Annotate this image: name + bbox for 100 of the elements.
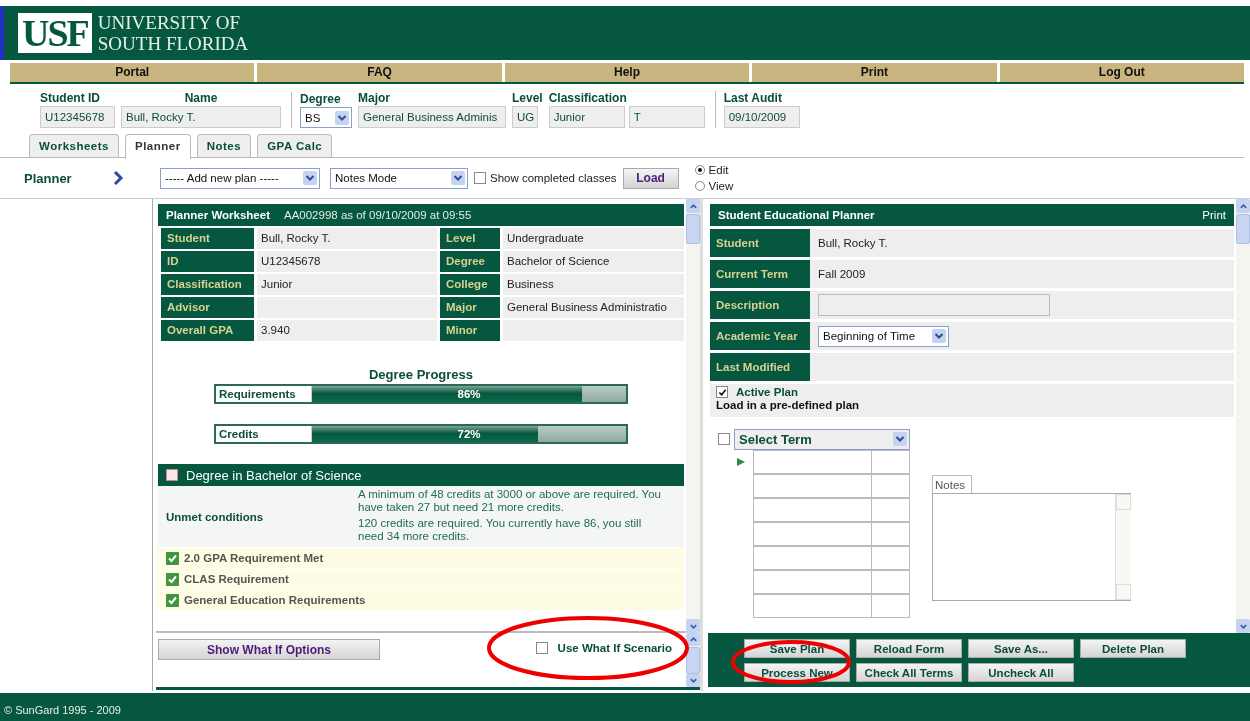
field-label: Current Term bbox=[710, 260, 810, 288]
radio-button[interactable] bbox=[694, 181, 705, 191]
checkbox-label: Active Plan bbox=[736, 386, 798, 398]
input-field[interactable] bbox=[753, 593, 872, 618]
unmet-label: Unmet conditions bbox=[165, 510, 265, 523]
input-field[interactable]: UG bbox=[512, 106, 538, 128]
select-field[interactable]: ----- Add new plan ----- bbox=[160, 167, 320, 189]
tab[interactable]: GPA Calc bbox=[257, 134, 333, 157]
input-field[interactable]: Bull, Rocky T. bbox=[121, 106, 281, 128]
field-label: Last Modified bbox=[710, 353, 810, 381]
field-label: Overall GPA bbox=[161, 320, 254, 341]
field-label: ID bbox=[161, 251, 254, 272]
scrollbar[interactable] bbox=[686, 633, 700, 687]
field-label: Classification bbox=[548, 91, 628, 105]
action-button[interactable]: Uncheck All bbox=[968, 663, 1074, 682]
field-value: 3.940 bbox=[257, 320, 437, 341]
checkbox[interactable] bbox=[535, 642, 548, 654]
select-field[interactable]: Beginning of Time bbox=[818, 325, 949, 347]
progress-title: Degree Progress bbox=[368, 367, 474, 382]
select-field[interactable]: Select Term bbox=[734, 428, 910, 450]
tab[interactable]: Planner bbox=[125, 134, 191, 159]
action-button[interactable]: Save As... bbox=[968, 639, 1074, 658]
input-field[interactable] bbox=[871, 569, 910, 594]
scrollbar[interactable] bbox=[686, 199, 700, 633]
panel-title: Student Educational Planner bbox=[718, 209, 875, 221]
chevron-down-icon bbox=[893, 432, 907, 446]
field-value: General Business Administratio bbox=[503, 297, 684, 318]
print-link[interactable]: Print bbox=[1202, 209, 1226, 221]
nav-link[interactable]: Print bbox=[752, 63, 997, 82]
field-label: Name bbox=[183, 91, 219, 105]
logo: USF bbox=[18, 13, 92, 53]
tab[interactable]: Worksheets bbox=[29, 134, 119, 157]
input-field[interactable]: T bbox=[628, 106, 705, 128]
input-field[interactable] bbox=[871, 545, 910, 570]
requirement-label: 2.0 GPA Requirement Met bbox=[184, 552, 324, 564]
input-field[interactable] bbox=[871, 497, 910, 522]
input-field[interactable]: Junior bbox=[548, 106, 625, 128]
input-field[interactable] bbox=[753, 521, 872, 546]
checkbox[interactable] bbox=[718, 433, 730, 445]
chevron-down-icon bbox=[303, 171, 317, 185]
scrollbar-thumb[interactable] bbox=[686, 214, 700, 244]
input-field[interactable]: General Business Adminis bbox=[358, 106, 506, 128]
condition-message: 120 credits are required. You currently have 86, you still need 34 more credits. bbox=[358, 517, 643, 543]
scroll-up-icon[interactable] bbox=[1238, 201, 1248, 211]
input-field[interactable] bbox=[753, 545, 872, 570]
section-label: Load in a pre-defined plan bbox=[716, 398, 861, 411]
action-button[interactable]: Delete Plan bbox=[1080, 639, 1186, 658]
field-value: Bull, Rocky T. bbox=[818, 237, 888, 249]
scrollbar-thumb[interactable] bbox=[1236, 214, 1250, 244]
progress-bar: Credits 72% bbox=[214, 424, 628, 444]
input-field[interactable] bbox=[753, 497, 872, 522]
action-button[interactable]: Check All Terms bbox=[856, 663, 962, 682]
nav-link[interactable]: Portal bbox=[10, 63, 255, 82]
radio-button[interactable] bbox=[694, 165, 705, 175]
load-button[interactable]: Load bbox=[622, 167, 679, 189]
input-field[interactable] bbox=[871, 521, 910, 546]
play-icon bbox=[736, 456, 746, 467]
checkbox[interactable] bbox=[474, 172, 486, 184]
field-label: Student bbox=[161, 228, 254, 249]
field-value: Fall 2009 bbox=[818, 268, 866, 280]
notes-field[interactable] bbox=[932, 492, 1131, 601]
input-field[interactable] bbox=[871, 473, 910, 498]
input-field[interactable] bbox=[871, 449, 910, 474]
scrollbar[interactable] bbox=[1236, 199, 1250, 633]
checkbox[interactable] bbox=[166, 469, 178, 481]
input-field[interactable] bbox=[753, 449, 872, 474]
input-field[interactable] bbox=[871, 593, 910, 618]
input-field[interactable]: 09/10/2009 bbox=[723, 106, 800, 128]
input-field[interactable]: U12345678 bbox=[40, 106, 115, 128]
field-value: Bull, Rocky T. bbox=[257, 228, 437, 249]
select-field[interactable]: Notes Mode bbox=[330, 167, 468, 189]
nav-link[interactable]: Log Out bbox=[999, 63, 1244, 82]
scroll-up-icon[interactable] bbox=[688, 634, 698, 644]
condition-message: A minimum of 48 credits at 3000 or above are required. You have taken 27 but need 21 more credits. bbox=[358, 488, 662, 514]
input-field[interactable] bbox=[753, 569, 872, 594]
tab[interactable]: Notes bbox=[196, 134, 252, 157]
nav-link[interactable]: FAQ bbox=[257, 63, 502, 82]
action-button[interactable]: Reload Form bbox=[856, 639, 962, 658]
checkbox-label: Use What If Scenario bbox=[557, 642, 672, 654]
chevron-right-icon bbox=[112, 170, 124, 186]
section-title: Degree in Bachelor of Science bbox=[186, 467, 362, 483]
notes-label: Notes bbox=[932, 474, 972, 493]
field-value: Bachelor of Science bbox=[503, 251, 684, 272]
field-label: Description bbox=[710, 291, 810, 319]
input-field[interactable] bbox=[753, 473, 872, 498]
field-label: Last Audit bbox=[723, 91, 783, 105]
field-label: Level bbox=[512, 91, 543, 105]
scrollbar-thumb[interactable] bbox=[686, 646, 700, 675]
field-value: Undergraduate bbox=[503, 228, 684, 249]
show-what-if-button[interactable]: Show What If Options bbox=[158, 639, 380, 660]
checkbox[interactable] bbox=[716, 386, 728, 398]
input-field[interactable] bbox=[818, 294, 1050, 316]
field-label: Degree bbox=[300, 92, 342, 106]
select-field[interactable]: BS bbox=[300, 107, 352, 128]
field-label: College bbox=[440, 274, 500, 295]
section-title: Planner bbox=[24, 170, 73, 186]
scroll-down-icon[interactable] bbox=[688, 676, 698, 686]
scroll-up-icon[interactable] bbox=[688, 201, 698, 211]
chevron-down-icon bbox=[932, 329, 946, 343]
nav-link[interactable]: Help bbox=[504, 63, 750, 82]
